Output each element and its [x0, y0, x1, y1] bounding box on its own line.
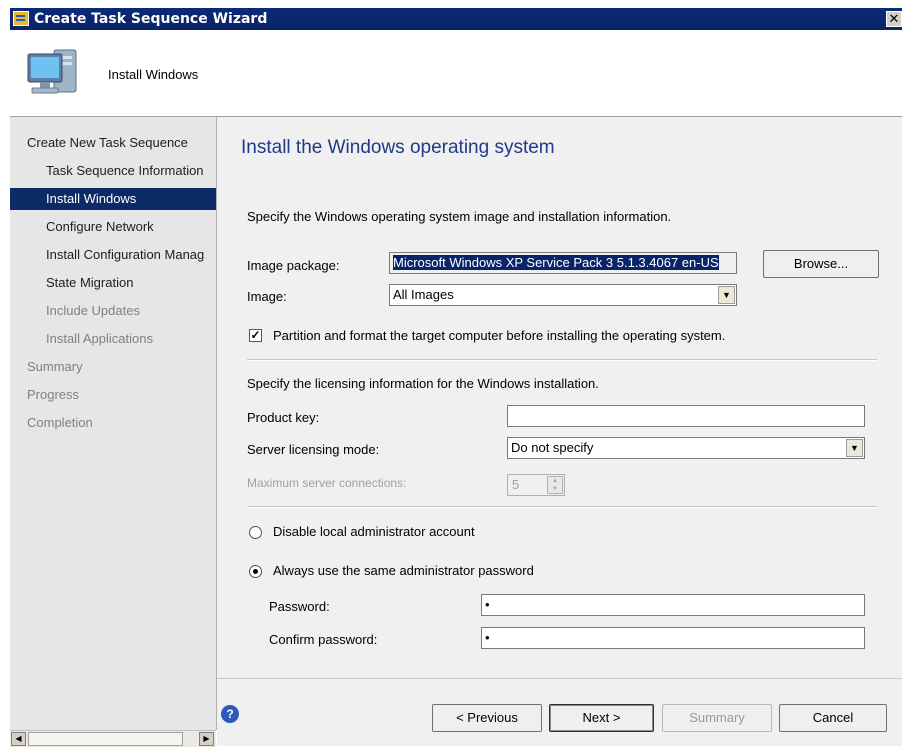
computer-icon — [27, 49, 77, 94]
help-icon[interactable]: ? — [221, 705, 239, 723]
header-step-name: Install Windows — [108, 67, 199, 82]
next-button[interactable]: Next > — [549, 704, 654, 732]
title-bar: Create Task Sequence Wizard ✕ — [10, 8, 902, 30]
product-key-input[interactable] — [507, 405, 865, 427]
confirm-password-label: Confirm password: — [269, 632, 378, 647]
step-install-windows: Install Windows — [10, 188, 216, 210]
image-package-field[interactable]: Microsoft Windows XP Service Pack 3 5.1.… — [389, 252, 737, 274]
step-create-new-task-sequence: Create New Task Sequence — [27, 135, 188, 150]
previous-button[interactable]: < Previous — [432, 704, 542, 732]
step-state-migration: State Migration — [46, 275, 134, 290]
scroll-right-button[interactable]: ▶ — [199, 732, 214, 746]
page-title: Install the Windows operating system — [241, 137, 555, 158]
wizard-step-list: Create New Task Sequence Task Sequence I… — [10, 117, 217, 730]
partition-label: Partition and format the target computer… — [273, 328, 726, 343]
always-same-password-radio[interactable] — [249, 565, 262, 578]
chevron-down-icon[interactable]: ▼ — [846, 439, 863, 457]
step-install-configuration-manager: Install Configuration Manag — [46, 247, 205, 262]
disable-admin-radio[interactable] — [249, 526, 262, 539]
max-connections-value: 5 — [512, 477, 520, 492]
separator — [247, 506, 877, 508]
max-connections-spinner: 5 ▲ ▼ — [507, 474, 565, 496]
confirm-password-input[interactable]: • — [481, 627, 865, 649]
footer-separator — [217, 678, 902, 679]
server-mode-select[interactable]: Do not specify ▼ — [507, 437, 865, 459]
scroll-left-button[interactable]: ◀ — [11, 732, 26, 746]
image-package-value: Microsoft Windows XP Service Pack 3 5.1.… — [393, 255, 719, 270]
step-completion: Completion — [27, 415, 93, 430]
step-configure-network: Configure Network — [46, 219, 154, 234]
cancel-button[interactable]: Cancel — [779, 704, 887, 732]
step-summary: Summary — [27, 359, 83, 374]
step-task-sequence-information: Task Sequence Information — [46, 163, 204, 178]
chevron-down-icon[interactable]: ▼ — [718, 286, 735, 304]
step-progress: Progress — [27, 387, 80, 402]
server-mode-label: Server licensing mode: — [247, 442, 380, 457]
sidebar-scrollbar[interactable]: ◀ ▶ — [10, 730, 216, 747]
server-mode-value: Do not specify — [511, 440, 594, 455]
always-same-password-label: Always use the same administrator passwo… — [273, 563, 534, 578]
image-select-value: All Images — [393, 287, 454, 302]
scroll-thumb[interactable] — [28, 732, 183, 746]
browse-button[interactable]: Browse... — [763, 250, 879, 278]
separator — [247, 359, 877, 361]
partition-checkbox[interactable]: ✓ — [249, 329, 262, 342]
password-label: Password: — [269, 599, 330, 614]
step-install-applications: Install Applications — [46, 331, 153, 346]
max-connections-label: Maximum server connections: — [247, 476, 407, 490]
window-title: Create Task Sequence Wizard — [34, 11, 268, 27]
product-key-label: Product key: — [247, 410, 320, 425]
wizard-app-icon — [13, 11, 29, 26]
intro-text: Specify the Windows operating system ima… — [247, 209, 672, 224]
licensing-intro: Specify the licensing information for th… — [247, 376, 599, 391]
image-label: Image: — [247, 289, 287, 304]
step-include-updates: Include Updates — [46, 303, 140, 318]
summary-button[interactable]: Summary — [662, 704, 772, 732]
spinner-arrows-icon: ▲ ▼ — [547, 476, 563, 494]
password-input[interactable]: • — [481, 594, 865, 616]
disable-admin-label: Disable local administrator account — [273, 524, 475, 539]
wizard-content: Install the Windows operating system Spe… — [217, 117, 902, 746]
image-package-label: Image package: — [247, 258, 340, 273]
image-select[interactable]: All Images ▼ — [389, 284, 737, 306]
wizard-header: Install Windows — [10, 30, 902, 117]
close-button[interactable]: ✕ — [886, 11, 902, 27]
